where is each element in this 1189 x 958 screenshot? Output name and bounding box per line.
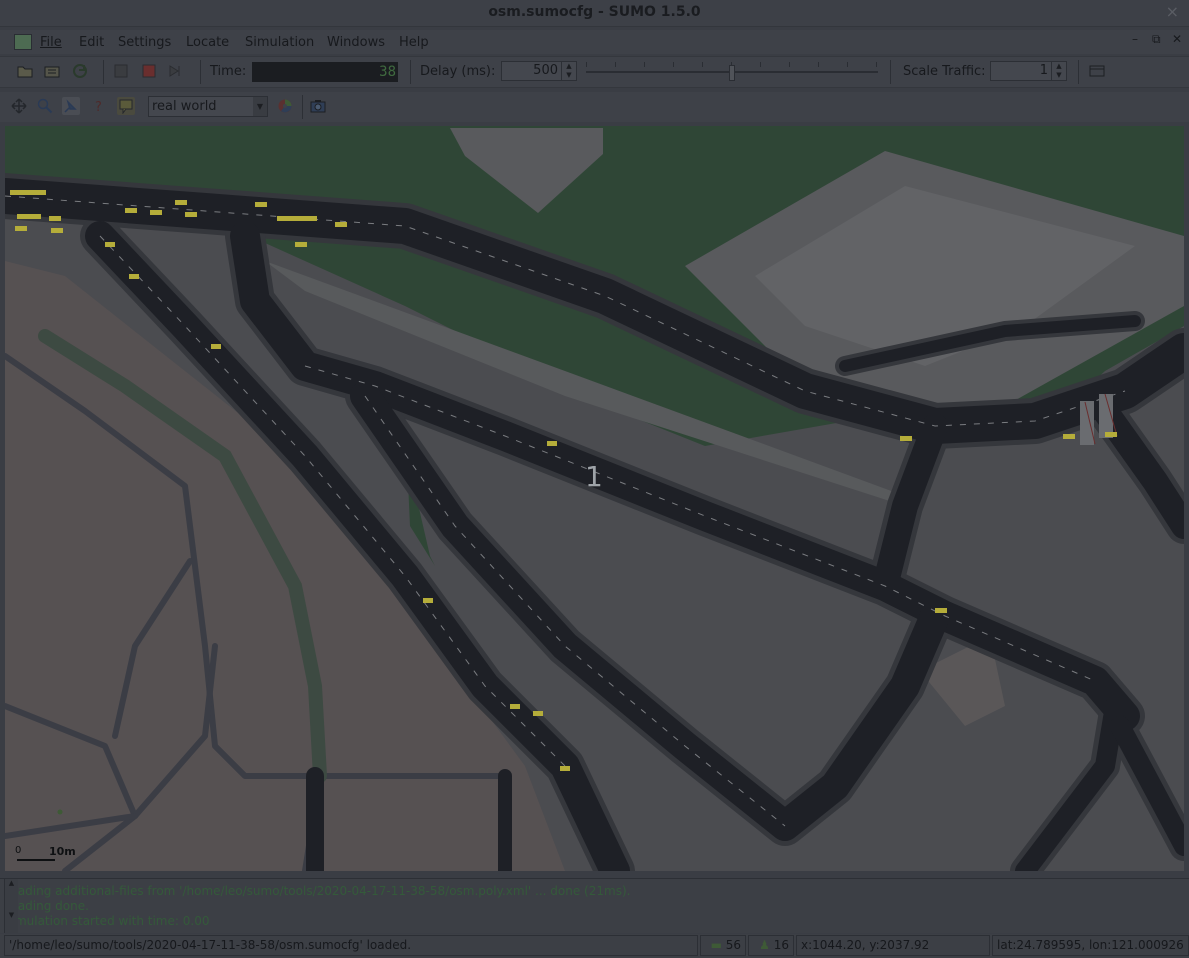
simulation-canvas[interactable]: 1 0 10m [5,126,1184,871]
screenshot-camera-icon[interactable] [309,97,327,115]
separator [1078,60,1079,84]
log-line: Simulation started with time: 0.00 [4,914,210,928]
status-message: '/home/leo/sumo/tools/2020-04-17-11-38-5… [4,935,698,956]
menu-help[interactable]: Help [399,35,429,50]
message-log[interactable]: Loading additional-files from '/home/leo… [0,878,1189,933]
log-scrollbar[interactable]: ▲ ▼ [4,879,18,933]
cursor-coordinates: x:1044.20, y:2037.92 [796,935,990,956]
close-icon[interactable]: × [1166,2,1179,21]
menu-locate[interactable]: Locate [186,35,229,50]
separator [410,60,411,84]
scale-traffic-value: 1 [1039,63,1048,78]
color-scheme-value: real world [152,99,217,114]
help-query-icon[interactable]: ? [90,97,108,115]
delay-spinner[interactable]: 500 ▲ ▼ [501,61,577,81]
scale-traffic-label: Scale Traffic: [903,64,986,79]
geo-coordinates: lat:24.789595, lon:121.000926 [992,935,1189,956]
menu-simulation[interactable]: Simulation [245,35,314,50]
spinner-arrows-icon[interactable]: ▲ ▼ [561,62,576,80]
window-title: osm.sumocfg - SUMO 1.5.0 [488,4,701,20]
separator [302,95,303,119]
stop-icon[interactable] [140,62,158,80]
scale-line [17,859,55,861]
minimize-icon[interactable]: – [1132,32,1138,46]
main-toolbar: Time: 38 Delay (ms): 500 ▲ ▼ Scale Traffi… [0,56,1189,88]
scale-bar: 0 10m [15,845,76,863]
car-icon: ▬ [710,938,726,952]
color-scheme-select[interactable]: real world ▼ [148,96,268,117]
status-bar: '/home/leo/sumo/tools/2020-04-17-11-38-5… [0,934,1189,958]
restore-icon[interactable]: ⧉ [1152,32,1161,47]
svg-text:?: ? [95,100,102,114]
step-icon[interactable] [166,62,184,80]
person-count[interactable]: ♟ 16 [748,935,794,956]
menu-settings[interactable]: Settings [118,35,171,50]
locate-vehicle-icon[interactable] [62,97,80,115]
time-display: 38 [252,62,398,82]
menu-edit[interactable]: Edit [79,35,104,50]
separator [890,60,891,84]
junction-label: 1 [585,460,603,493]
title-bar: osm.sumocfg - SUMO 1.5.0 × [0,0,1189,27]
delay-slider-thumb[interactable] [729,65,735,81]
view-toolbar: ? real world ▼ [0,92,1189,122]
scale-traffic-spinner[interactable]: 1 ▲ ▼ [990,61,1067,81]
delay-value: 500 [533,63,558,78]
zoom-icon[interactable] [36,97,54,115]
person-icon: ♟ [759,938,774,952]
reload-icon[interactable] [71,62,89,80]
recenter-view-icon[interactable] [10,97,28,115]
menu-file[interactable]: File [40,35,62,50]
open-folder-icon[interactable] [16,62,34,80]
menu-windows[interactable]: Windows [327,35,385,50]
spinner-arrows-icon[interactable]: ▲ ▼ [1051,62,1066,80]
time-label: Time: [210,64,247,79]
vehicle-count[interactable]: ▬ 56 [700,935,746,956]
delay-label: Delay (ms): [420,64,496,79]
scale-label: 10m [49,845,76,858]
separator [103,60,104,84]
menu-bar: File Edit Settings Locate Simulation Win… [0,30,1189,54]
chevron-down-icon[interactable]: ▼ [253,97,267,116]
tooltip-icon[interactable] [117,97,135,115]
open-network-icon[interactable] [43,62,61,80]
close-child-icon[interactable]: ✕ [1172,32,1182,46]
edit-coloring-icon[interactable] [276,97,294,115]
network-map [5,126,1184,871]
scale-zero-label: 0 [15,845,22,856]
app-icon [14,34,32,50]
window-tile-icon[interactable] [1088,62,1106,80]
run-icon[interactable] [112,62,130,80]
separator [200,60,201,84]
log-line: Loading additional-files from '/home/leo… [4,884,631,898]
